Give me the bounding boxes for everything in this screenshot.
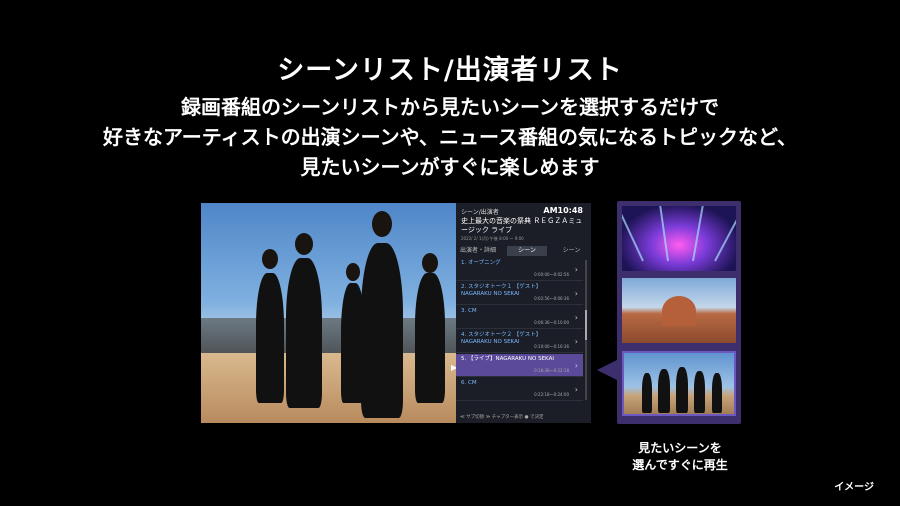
program-date: 2022/ 2/ 1(月) 午後 8:00 ～ 9:00 <box>461 236 524 241</box>
panel-tabs: 出演者・詳細 シーン シーン <box>459 246 588 256</box>
scene-label: 3. CM <box>461 308 477 314</box>
caption-line: 選んですぐに再生 <box>632 458 728 472</box>
scene-label: 1. オープニング <box>461 260 501 266</box>
program-title: 史上最大の音楽の祭典 ＲＥＧＺＡミュージック ライブ <box>461 217 583 234</box>
chevron-right-icon: › <box>574 289 578 298</box>
video-player[interactable] <box>201 203 456 423</box>
list-item[interactable]: 1. オープニング 0:00:00〜0:02:56 › <box>456 258 583 281</box>
artist-head <box>422 253 438 273</box>
list-item[interactable]: 3. CM 0:06:36〜0:10:00 › <box>456 306 583 329</box>
artist-head <box>262 249 278 269</box>
scene-time: 0:02:56〜0:06:36 <box>534 296 569 301</box>
tab-scene[interactable]: シーン <box>507 246 547 256</box>
scene-time: 0:06:36〜0:10:00 <box>534 320 569 325</box>
panel-header: シーン/出演者 <box>461 209 499 216</box>
tab-performers[interactable]: 出演者・詳細 <box>459 246 497 256</box>
chevron-right-icon: › <box>574 361 578 370</box>
light-beam <box>622 206 644 262</box>
artist-figure <box>694 371 705 413</box>
artist-figure <box>676 367 688 413</box>
artist-head <box>346 263 360 281</box>
thumbnail-concert-stage[interactable] <box>622 206 736 271</box>
subtitle-line: 見たいシーンがすぐに楽しめます <box>300 155 600 179</box>
tab-scene-next[interactable]: シーン <box>555 246 588 256</box>
thumbnail-column <box>617 201 741 424</box>
thumbnail-artists-group[interactable] <box>622 351 736 416</box>
light-beam <box>692 206 707 262</box>
artist-figure <box>286 258 322 408</box>
list-item[interactable]: 4. スタジオトーク２ 【ゲスト】NAGARAKU NO SEKAI 0:10:… <box>456 330 583 353</box>
artist-head <box>295 233 313 255</box>
artist-figure <box>256 273 284 403</box>
image-note: イメージ <box>834 482 874 493</box>
subtitle-line: 録画番組のシーンリストから見たいシーンを選択するだけで <box>181 95 719 119</box>
scrollbar-thumb[interactable] <box>585 310 587 340</box>
scene-list-panel: シーン/出演者 AM10:48 史上最大の音楽の祭典 ＲＥＧＺＡミュージック ラ… <box>456 203 591 423</box>
artist-figure <box>415 273 445 403</box>
list-item-selected[interactable]: 5. 【ライブ】NAGARAKU NO SEKAI 0:16:36〜0:22:1… <box>456 354 583 377</box>
chevron-right-icon: › <box>574 313 578 322</box>
scene-time: 0:00:00〜0:02:56 <box>534 272 569 277</box>
tv-screen: ▶ シーン/出演者 AM10:48 史上最大の音楽の祭典 ＲＥＧＺＡミュージック… <box>201 203 591 423</box>
artist-figure <box>361 243 403 418</box>
artist-figure <box>658 369 670 413</box>
scrollbar[interactable] <box>585 260 587 400</box>
light-beam <box>657 206 669 262</box>
dome-shape <box>662 296 696 326</box>
scene-time: 0:16:36〜0:22:18 <box>534 368 569 373</box>
list-item[interactable]: 6. CM 0:22:18〜0:24:00 › <box>456 378 583 401</box>
scene-label: 6. CM <box>461 380 477 386</box>
light-beam <box>714 206 736 262</box>
scene-time: 0:10:00〜0:16:36 <box>534 344 569 349</box>
artist-figure <box>642 373 652 413</box>
slide-title: シーンリスト/出演者リスト <box>277 55 623 86</box>
chevron-right-icon: › <box>574 385 578 394</box>
list-item[interactable]: 2. スタジオトーク１ 【ゲスト】NAGARAKU NO SEKAI 0:02:… <box>456 282 583 305</box>
artist-head <box>372 211 392 237</box>
chevron-right-icon: › <box>574 337 578 346</box>
artist-figure <box>712 373 722 413</box>
panel-footer: ≪ サブ切替 ≫ チャプター表示 ● で決定 <box>460 415 544 420</box>
caption-line: 見たいシーンを <box>638 441 722 455</box>
callout-pointer <box>597 360 617 380</box>
thumbnail-cathedral-dome[interactable] <box>622 278 736 343</box>
scene-label: 5. 【ライブ】NAGARAKU NO SEKAI <box>461 356 554 362</box>
slide-subtitle: 録画番組のシーンリストから見たいシーンを選択するだけで 好きなアーティストの出演… <box>0 92 900 182</box>
clock: AM10:48 <box>543 206 583 215</box>
chevron-right-icon: › <box>574 265 578 274</box>
thumbnail-caption: 見たいシーンを 選んですぐに再生 <box>610 440 750 474</box>
subtitle-line: 好きなアーティストの出演シーンや、ニュース番組の気になるトピックなど、 <box>103 125 797 149</box>
scene-time: 0:22:18〜0:24:00 <box>534 392 569 397</box>
